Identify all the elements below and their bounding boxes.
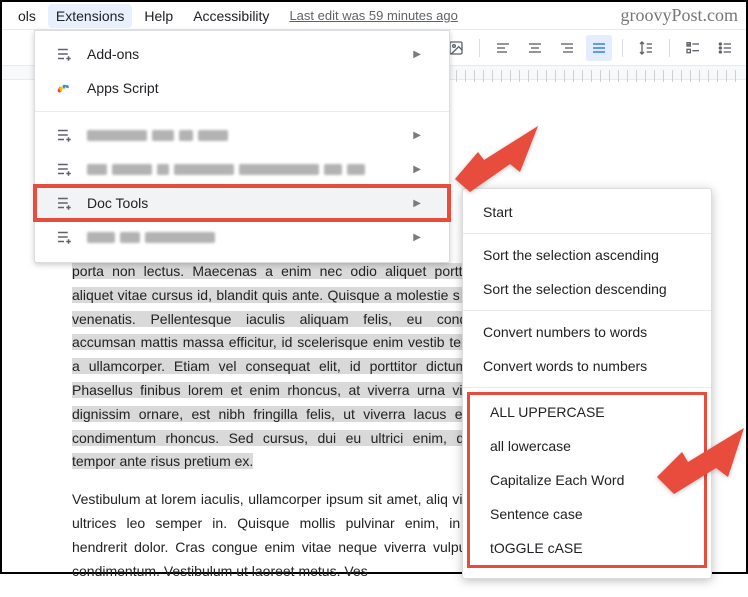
- menu-doc-tools-label: Doc Tools: [87, 195, 399, 211]
- chevron-right-icon: ▶: [413, 232, 421, 243]
- last-edit-link[interactable]: Last edit was 59 minutes ago: [289, 8, 457, 23]
- submenu-num-to-words[interactable]: Convert numbers to words: [463, 315, 711, 349]
- align-left-button[interactable]: [490, 35, 516, 61]
- menu-extension-blurred-2[interactable]: ▶: [35, 152, 449, 186]
- menu-extensions[interactable]: Extensions: [48, 4, 132, 28]
- menu-accessibility[interactable]: Accessibility: [185, 4, 277, 28]
- submenu-sort-asc[interactable]: Sort the selection ascending: [463, 238, 711, 272]
- align-center-button[interactable]: [522, 35, 548, 61]
- document-paragraph: Vestibulum at lorem iaculis, ullamcorper…: [72, 488, 482, 583]
- addons-icon: [55, 45, 73, 63]
- menu-addons[interactable]: Add-ons ▶: [35, 37, 449, 71]
- ruler-ticks: [456, 70, 736, 82]
- annotation-arrow: [652, 422, 747, 505]
- chevron-right-icon: ▶: [413, 164, 421, 175]
- extension-icon: [55, 126, 73, 144]
- align-justify-button[interactable]: [586, 35, 612, 61]
- menu-apps-script-label: Apps Script: [87, 80, 421, 96]
- chevron-right-icon: ▶: [413, 130, 421, 141]
- chevron-right-icon: ▶: [413, 49, 421, 60]
- menu-bar: ols Extensions Help Accessibility Last e…: [2, 2, 746, 30]
- checklist-button[interactable]: [680, 35, 706, 61]
- submenu-words-to-num[interactable]: Convert words to numbers: [463, 349, 711, 383]
- annotation-arrow: [450, 124, 540, 197]
- chevron-right-icon: ▶: [413, 198, 421, 209]
- extension-icon: [55, 194, 73, 212]
- menu-apps-script[interactable]: Apps Script: [35, 71, 449, 105]
- bulleted-list-button[interactable]: [712, 35, 738, 61]
- selected-text: porta non lectus. Maecenas a enim nec od…: [72, 263, 482, 469]
- submenu-start[interactable]: Start: [463, 195, 711, 229]
- extension-icon: [55, 228, 73, 246]
- menu-extension-blurred-1[interactable]: ▶: [35, 118, 449, 152]
- menu-tools-partial[interactable]: ols: [10, 4, 44, 28]
- apps-script-icon: [55, 79, 73, 97]
- watermark-brand: groovyPost.com: [620, 5, 738, 26]
- menu-extension-blurred-3[interactable]: ▶: [35, 220, 449, 254]
- menu-help[interactable]: Help: [136, 4, 181, 28]
- menu-addons-label: Add-ons: [87, 46, 399, 62]
- menu-doc-tools[interactable]: Doc Tools ▶: [35, 186, 449, 220]
- extension-icon: [55, 160, 73, 178]
- submenu-sort-desc[interactable]: Sort the selection descending: [463, 272, 711, 306]
- doc-tools-submenu: Start Sort the selection ascending Sort …: [462, 188, 712, 579]
- submenu-toggle-case[interactable]: tOGGLE cASE: [470, 531, 704, 565]
- align-right-button[interactable]: [554, 35, 580, 61]
- document-body[interactable]: porta non lectus. Maecenas a enim nec od…: [72, 260, 482, 597]
- line-spacing-button[interactable]: [633, 35, 659, 61]
- extensions-dropdown: Add-ons ▶ Apps Script ▶ ▶ Doc Tools ▶ ▶: [34, 30, 450, 263]
